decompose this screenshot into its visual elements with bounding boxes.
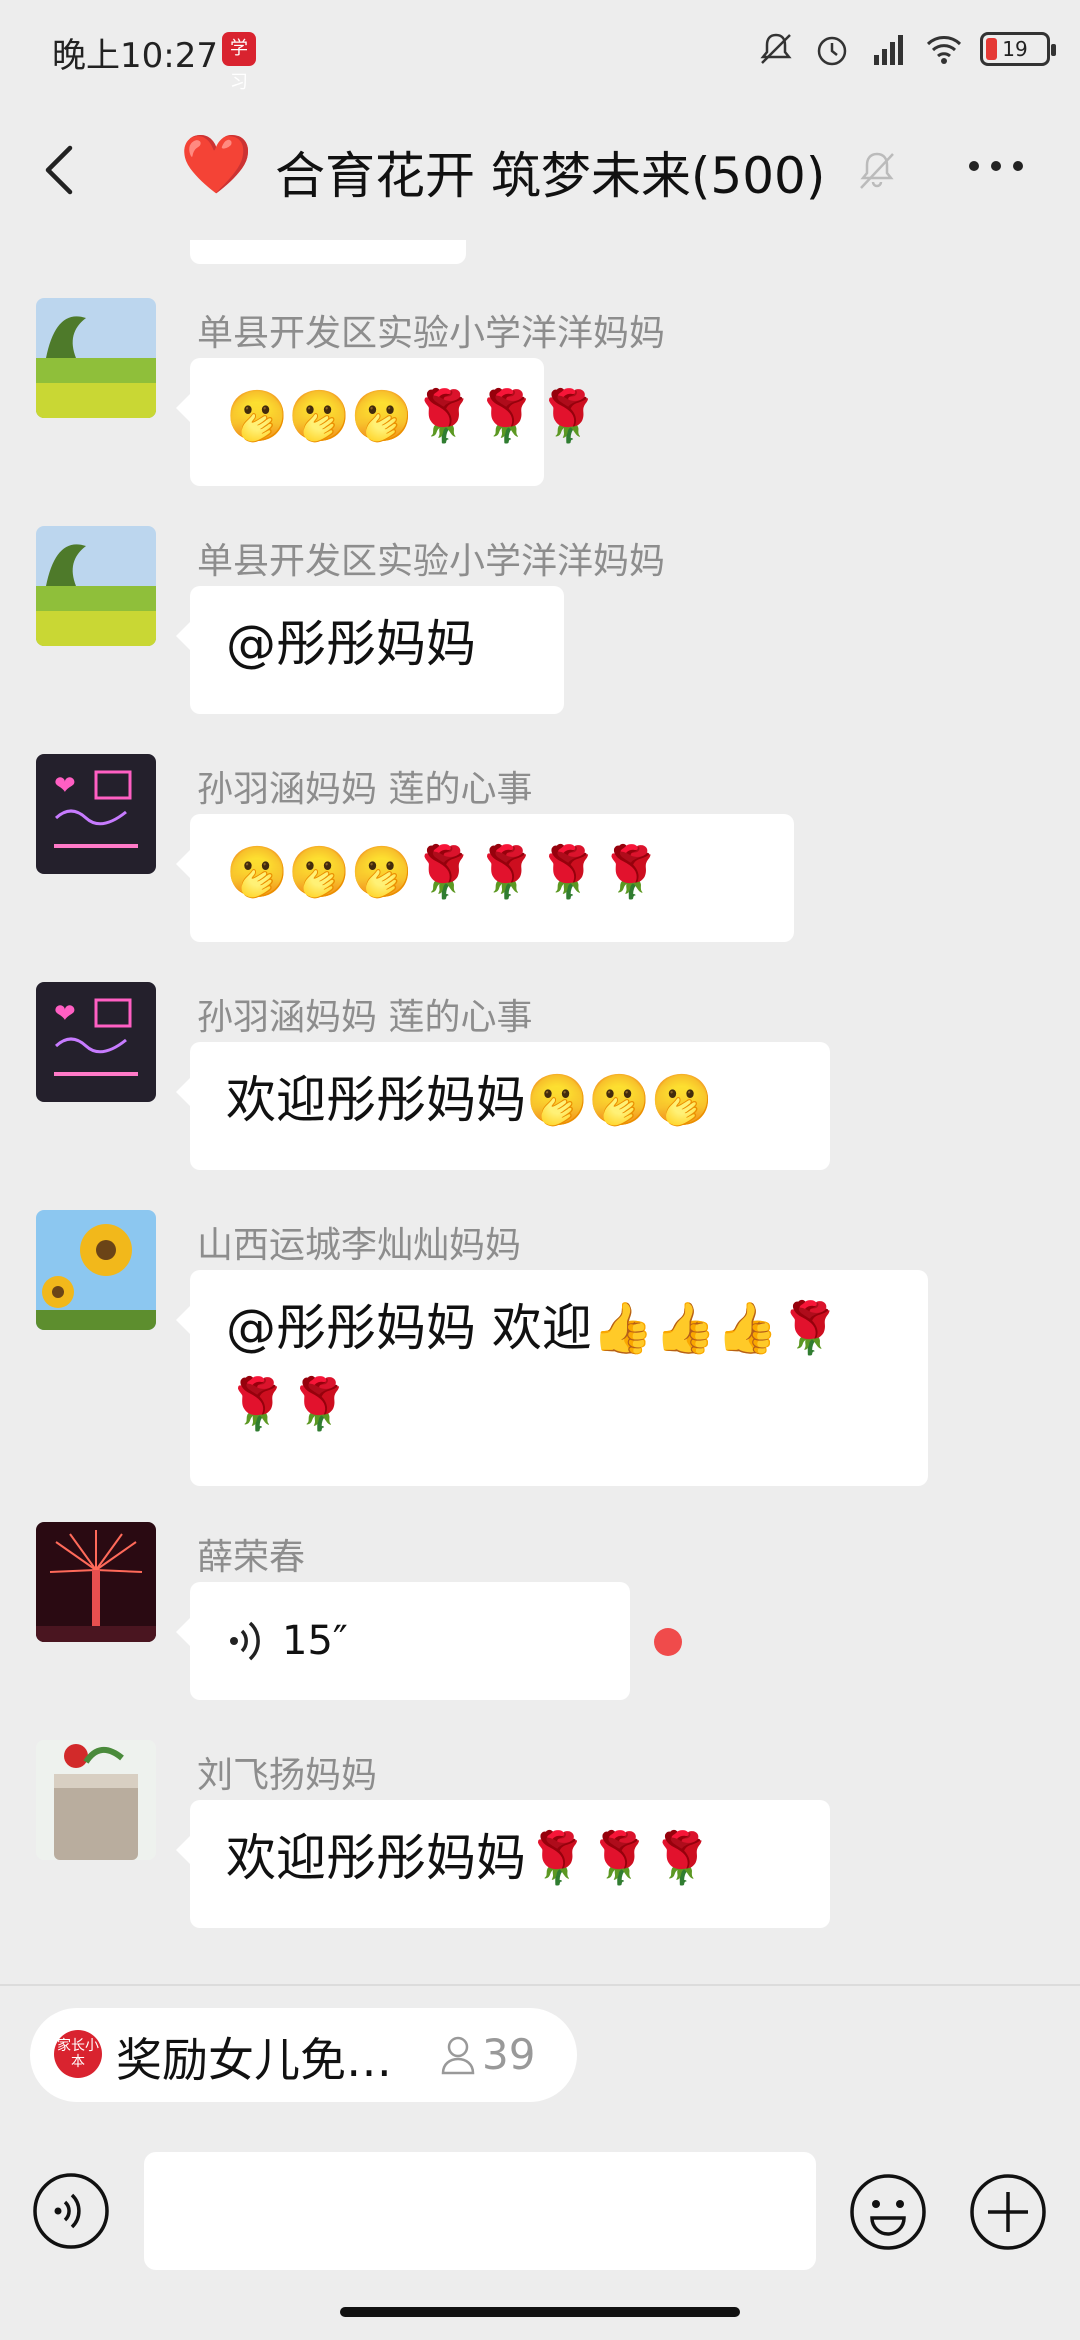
- wifi-icon: [926, 36, 962, 64]
- miniapp-logo: 家长小本: [54, 2030, 102, 2078]
- message-bubble-partial: [190, 240, 466, 264]
- status-bar: 晚上10:27 学习 19: [0, 0, 1080, 100]
- heart-icon: ❤️: [180, 130, 253, 198]
- unread-dot: [654, 1628, 682, 1656]
- app-notification-icon: 学习: [222, 32, 256, 93]
- message-text: 🫢🫢🫢🌹🌹🌹🌹: [226, 843, 662, 901]
- avatar[interactable]: [36, 526, 156, 646]
- message-text: 🫢🫢🫢🌹🌹🌹: [226, 387, 600, 445]
- message-bubble[interactable]: 🫢🫢🫢🌹🌹🌹🌹: [176, 814, 794, 942]
- status-time: 晚上10:27: [52, 36, 218, 76]
- sender-name: 单县开发区实验小学洋洋妈妈: [197, 313, 666, 354]
- bell-off-icon: [860, 152, 894, 189]
- status-icons: 19: [756, 24, 1056, 74]
- message-text: @彤彤妈妈: [226, 615, 476, 673]
- svg-text:❤: ❤: [54, 771, 76, 801]
- emoji-icon[interactable]: [848, 2172, 928, 2252]
- battery-icon: 19: [980, 32, 1056, 66]
- alarm-icon: [817, 36, 847, 66]
- avatar[interactable]: [36, 298, 156, 418]
- pinned-text: 奖励女儿免…: [116, 2033, 392, 2087]
- sender-name: 孙羽涵妈妈 莲的心事: [197, 997, 533, 1038]
- mute-icon: [760, 33, 792, 64]
- avatar[interactable]: [36, 1210, 156, 1330]
- more-icon[interactable]: [966, 156, 1026, 176]
- avatar[interactable]: ❤: [36, 982, 156, 1102]
- voice-icon[interactable]: [32, 2172, 110, 2250]
- message-list[interactable]: 单县开发区实验小学洋洋妈妈 🫢🫢🫢🌹🌹🌹 单县开发区实验小学洋洋妈妈 @彤彤妈妈…: [0, 240, 1080, 1985]
- message-bubble[interactable]: 🫢🫢🫢🌹🌹🌹: [176, 358, 600, 486]
- pinned-miniapp-chip[interactable]: 家长小本 奖励女儿免… 39: [30, 2008, 577, 2102]
- sender-name: 山西运城李灿灿妈妈: [197, 1225, 522, 1266]
- plus-icon[interactable]: [968, 2172, 1048, 2252]
- message-text: 欢迎彤彤妈妈🫢🫢🫢: [226, 1071, 713, 1129]
- signal-icon: [874, 35, 903, 65]
- svg-text:❤: ❤: [54, 999, 76, 1029]
- message-text: @彤彤妈妈 欢迎👍👍👍🌹🌹🌹: [226, 1299, 841, 1433]
- voice-message-bubble[interactable]: 15″: [176, 1582, 630, 1700]
- page-title[interactable]: 合育花开 筑梦未来(500): [275, 136, 825, 208]
- message-text: 欢迎彤彤妈妈🌹🌹🌹: [226, 1829, 713, 1887]
- sender-name: 刘飞扬妈妈: [197, 1755, 378, 1796]
- avatar[interactable]: ❤: [36, 754, 156, 874]
- message-bubble[interactable]: 欢迎彤彤妈妈🌹🌹🌹: [176, 1800, 830, 1928]
- sender-name: 孙羽涵妈妈 莲的心事: [197, 769, 533, 810]
- message-bubble[interactable]: 欢迎彤彤妈妈🫢🫢🫢: [176, 1042, 830, 1170]
- message-bubble[interactable]: @彤彤妈妈 欢迎👍👍👍🌹🌹🌹: [176, 1270, 928, 1486]
- person-icon: [441, 2036, 475, 2074]
- message-input[interactable]: [144, 2152, 816, 2270]
- voice-wave-icon: [230, 1621, 260, 1661]
- message-bubble[interactable]: @彤彤妈妈: [176, 586, 564, 714]
- chat-header: ❤️ 合育花开 筑梦未来(500): [0, 100, 1080, 240]
- avatar[interactable]: [36, 1740, 156, 1860]
- sender-name: 单县开发区实验小学洋洋妈妈: [197, 541, 666, 582]
- chevron-left-icon[interactable]: [40, 140, 80, 200]
- home-indicator: [340, 2307, 740, 2317]
- sender-name: 薛荣春: [197, 1537, 306, 1578]
- avatar[interactable]: [36, 1522, 156, 1642]
- divider: [0, 1984, 1080, 1986]
- voice-duration: 15″: [282, 1618, 348, 1664]
- viewer-count: 39: [440, 2030, 535, 2079]
